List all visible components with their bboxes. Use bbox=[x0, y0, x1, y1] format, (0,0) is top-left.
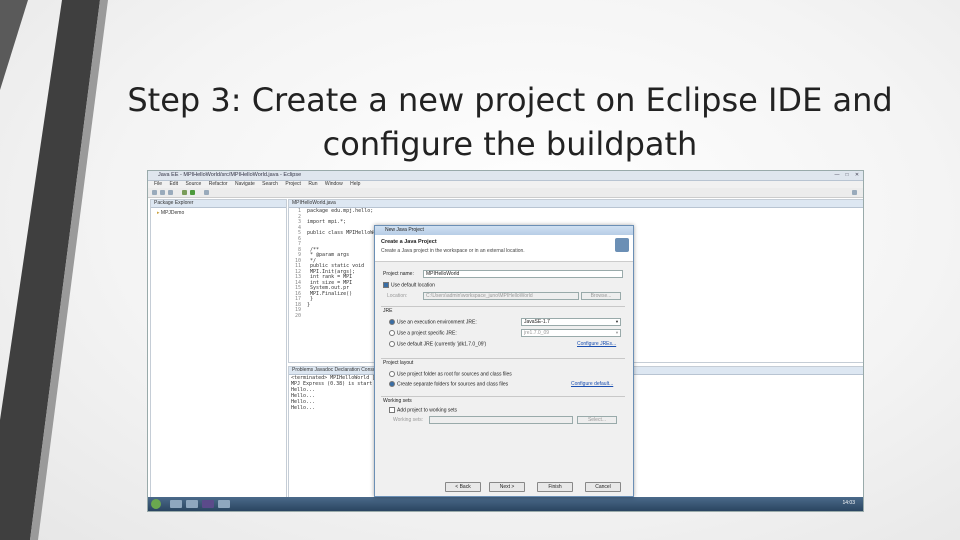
run-icon[interactable] bbox=[190, 190, 195, 195]
package-explorer: Package Explorer ▸ MPJDemo bbox=[150, 199, 287, 506]
slide-title-line1: Step 3: Create a new project on Eclipse … bbox=[127, 81, 893, 119]
taskbar-browser-icon[interactable] bbox=[186, 500, 198, 508]
code-text: } bbox=[307, 301, 311, 308]
folder-icon: ▸ bbox=[157, 210, 160, 216]
java-project-wizard-icon bbox=[615, 238, 629, 252]
menu-project[interactable]: Project bbox=[285, 181, 301, 187]
jre-group-label: JRE bbox=[383, 308, 393, 314]
location-label: Location: bbox=[387, 293, 408, 299]
line-number: 20 bbox=[294, 312, 301, 319]
project-name-input[interactable]: MPIHelloWorld bbox=[423, 270, 623, 278]
back-button[interactable]: < Back bbox=[445, 482, 481, 492]
print-icon[interactable] bbox=[168, 190, 173, 195]
layout-option-separate[interactable]: Create separate folders for sources and … bbox=[389, 381, 508, 387]
menu-window[interactable]: Window bbox=[325, 181, 343, 187]
menu-navigate[interactable]: Navigate bbox=[235, 181, 255, 187]
start-button[interactable] bbox=[151, 499, 161, 509]
windows-taskbar: 14:03 bbox=[148, 497, 863, 511]
code-text: MPI.Finalize() bbox=[307, 290, 353, 297]
working-sets-group: Working sets Add project to working sets… bbox=[381, 396, 625, 427]
taskbar-eclipse-icon[interactable] bbox=[202, 500, 214, 508]
debug-icon[interactable] bbox=[182, 190, 187, 195]
eclipse-toolbar bbox=[148, 188, 863, 198]
minimize-icon[interactable]: — bbox=[833, 172, 841, 178]
use-default-location-checkbox[interactable]: Use default location bbox=[383, 282, 435, 288]
eclipse-window-title: Java EE - MPIHelloWorld/src/MPIHelloWorl… bbox=[158, 172, 302, 178]
eclipse-menubar: File Edit Source Refactor Navigate Searc… bbox=[148, 181, 863, 188]
checkbox-icon bbox=[389, 407, 395, 413]
finish-button[interactable]: Finish bbox=[537, 482, 573, 492]
menu-file[interactable]: File bbox=[154, 181, 162, 187]
radio-icon bbox=[389, 371, 395, 377]
add-working-set-label: Add project to working sets bbox=[397, 407, 458, 414]
jre-option-default[interactable]: Use default JRE (currently 'jdk1.7.0_09'… bbox=[389, 341, 486, 347]
chevron-down-icon: ▼ bbox=[615, 319, 619, 324]
taskbar-app-icon[interactable] bbox=[218, 500, 230, 508]
location-input[interactable]: C:\Users\admin\workspace_juno\MPIHelloWo… bbox=[423, 292, 579, 300]
layout-option1-label: Use project folder as root for sources a… bbox=[397, 371, 512, 378]
jre-option1-label: Use an execution environment JRE: bbox=[397, 319, 477, 326]
select-button[interactable]: Select... bbox=[577, 416, 617, 424]
project-name-label: Project name: bbox=[383, 271, 414, 277]
menu-edit[interactable]: Edit bbox=[169, 181, 178, 187]
tree-item-project[interactable]: ▸ MPJDemo bbox=[151, 210, 286, 216]
add-working-set-checkbox[interactable]: Add project to working sets bbox=[389, 407, 457, 413]
menu-refactor[interactable]: Refactor bbox=[209, 181, 228, 187]
new-icon[interactable] bbox=[152, 190, 157, 195]
tree-item-label: MPJDemo bbox=[160, 210, 185, 216]
code-text: import mpi.*; bbox=[307, 219, 347, 225]
jre-option-execution-env[interactable]: Use an execution environment JRE: bbox=[389, 319, 477, 325]
taskbar-clock: 14:03 bbox=[842, 500, 855, 506]
taskbar-explorer-icon[interactable] bbox=[170, 500, 182, 508]
checkbox-icon bbox=[383, 282, 389, 288]
jre-option-project-specific[interactable]: Use a project specific JRE: bbox=[389, 330, 457, 336]
layout-option-root[interactable]: Use project folder as root for sources a… bbox=[389, 371, 512, 377]
perspective-icon[interactable] bbox=[852, 190, 857, 195]
dialog-titlebar: New Java Project bbox=[375, 226, 633, 235]
close-icon[interactable]: ✕ bbox=[853, 172, 861, 178]
radio-icon bbox=[389, 341, 395, 347]
layout-option2-label: Create separate folders for sources and … bbox=[397, 381, 509, 388]
radio-icon bbox=[389, 330, 395, 336]
menu-help[interactable]: Help bbox=[350, 181, 360, 187]
slide-title: Step 3: Create a new project on Eclipse … bbox=[100, 78, 920, 166]
project-jre-value: jre1.7.0_09 bbox=[524, 330, 550, 336]
dialog-header-desc: Create a Java project in the workspace o… bbox=[381, 248, 525, 254]
jre-option2-label: Use a project specific JRE: bbox=[397, 330, 457, 337]
search-icon[interactable] bbox=[204, 190, 209, 195]
cancel-button[interactable]: Cancel bbox=[585, 482, 621, 492]
maximize-icon[interactable]: □ bbox=[843, 172, 851, 178]
working-sets-label: Working sets: bbox=[393, 417, 424, 423]
project-layout-group: Project layout Use project folder as roo… bbox=[381, 358, 625, 395]
package-explorer-tab[interactable]: Package Explorer bbox=[151, 200, 286, 208]
menu-run[interactable]: Run bbox=[308, 181, 317, 187]
configure-jres-link[interactable]: Configure JREs... bbox=[577, 341, 616, 347]
configure-default-link[interactable]: Configure default... bbox=[571, 381, 613, 387]
project-jre-select[interactable]: jre1.7.0_09 ▼ bbox=[521, 329, 621, 337]
use-default-location-label: Use default location bbox=[391, 282, 435, 289]
code-text: package edu.mpj.hello; bbox=[307, 208, 374, 214]
menu-source[interactable]: Source bbox=[185, 181, 201, 187]
execution-env-select[interactable]: JavaSE-1.7 ▼ bbox=[521, 318, 621, 326]
chevron-down-icon: ▼ bbox=[615, 330, 619, 335]
dialog-header: Create a Java Project Create a Java proj… bbox=[375, 235, 633, 262]
radio-icon bbox=[389, 381, 395, 387]
next-button[interactable]: Next > bbox=[489, 482, 525, 492]
execution-env-value: JavaSE-1.7 bbox=[524, 319, 550, 325]
dialog-header-title: Create a Java Project bbox=[381, 239, 437, 245]
jre-option3-label: Use default JRE (currently 'jdk1.7.0_09'… bbox=[397, 341, 487, 348]
save-icon[interactable] bbox=[160, 190, 165, 195]
layout-group-label: Project layout bbox=[383, 360, 414, 366]
browse-button[interactable]: Browse... bbox=[581, 292, 621, 300]
editor-tab[interactable]: MPIHelloWorld.java bbox=[289, 200, 863, 208]
radio-icon bbox=[389, 319, 395, 325]
eclipse-titlebar: Java EE - MPIHelloWorld/src/MPIHelloWorl… bbox=[148, 171, 863, 181]
working-sets-select[interactable] bbox=[429, 416, 573, 424]
new-java-project-dialog: New Java Project Create a Java Project C… bbox=[374, 225, 634, 497]
menu-search[interactable]: Search bbox=[262, 181, 278, 187]
working-sets-group-label: Working sets bbox=[383, 398, 412, 404]
jre-group: JRE Use an execution environment JRE: Ja… bbox=[381, 306, 625, 357]
slide-title-line2: configure the buildpath bbox=[322, 125, 698, 163]
